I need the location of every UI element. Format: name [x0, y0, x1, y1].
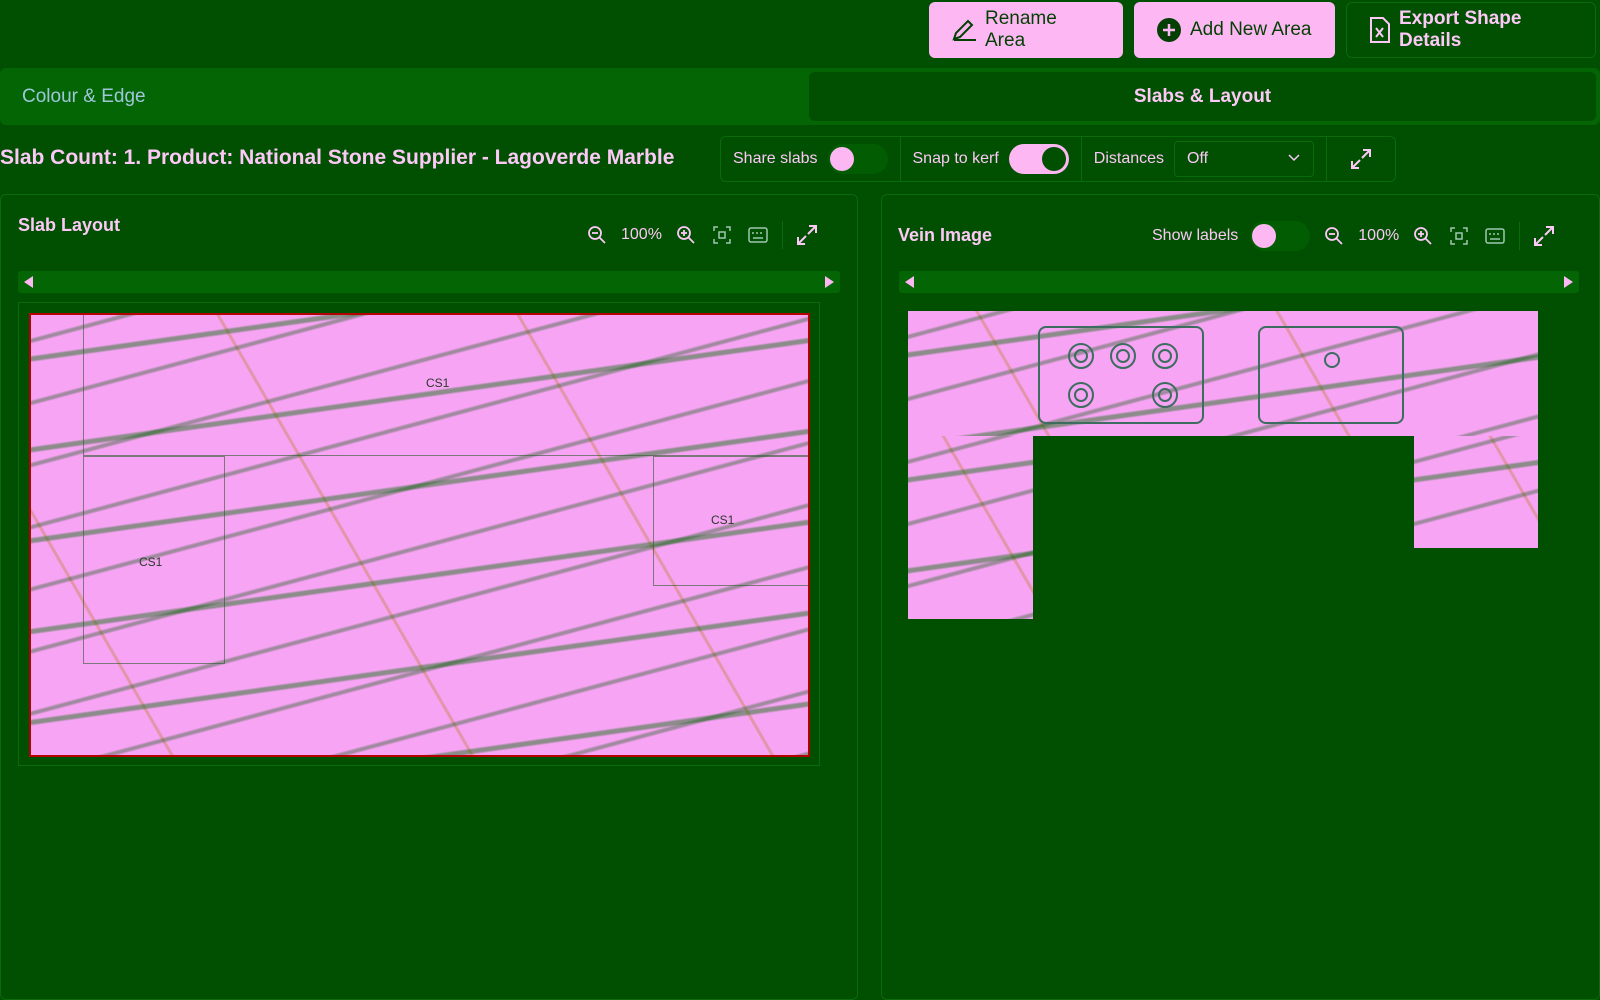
- expand-icon[interactable]: [1532, 224, 1556, 248]
- expand-icon[interactable]: [795, 223, 819, 247]
- scroll-right-icon[interactable]: [825, 276, 834, 288]
- horizontal-scrollbar[interactable]: [899, 271, 1579, 293]
- burner-icon: [1152, 343, 1178, 369]
- excel-file-icon: [1369, 17, 1391, 43]
- plus-circle-icon: [1156, 17, 1182, 43]
- tap-hole-icon: [1324, 352, 1340, 368]
- keyboard-icon[interactable]: [746, 223, 770, 247]
- sink-cutout: [1258, 326, 1404, 424]
- vein-image-tools: Show labels 100%: [1152, 221, 1556, 251]
- expand-icon[interactable]: [1339, 137, 1383, 181]
- distances-value: Off: [1187, 150, 1209, 167]
- expand-setting: [1327, 137, 1395, 181]
- share-slabs-label: Share slabs: [733, 150, 818, 167]
- pencil-icon: [951, 18, 977, 42]
- piece-label: CS1: [426, 376, 450, 390]
- snap-to-kerf-label: Snap to kerf: [912, 150, 999, 167]
- burner-icon: [1068, 382, 1094, 408]
- cooktop-cutout: [1038, 326, 1204, 424]
- zoom-in-icon[interactable]: [1411, 224, 1435, 248]
- cut-piece[interactable]: CS1: [653, 456, 808, 586]
- layout-settings: Share slabs Snap to kerf Distances Off: [720, 136, 1397, 182]
- distances-select[interactable]: Off: [1174, 141, 1315, 177]
- tab-colour-edge[interactable]: Colour & Edge: [4, 72, 809, 121]
- vein-image-title: Vein Image: [898, 225, 993, 245]
- zoom-out-icon[interactable]: [585, 223, 609, 247]
- rename-area-label: Rename Area: [985, 8, 1057, 51]
- slab-layout-title: Slab Layout: [18, 215, 121, 235]
- export-shape-details-label: Export Shape Details: [1399, 8, 1522, 51]
- show-labels-toggle[interactable]: [1250, 221, 1311, 251]
- horizontal-scrollbar[interactable]: [18, 271, 840, 293]
- piece-label: CS1: [139, 555, 163, 569]
- chevron-down-icon: [1287, 150, 1301, 168]
- zoom-level: 100%: [1358, 227, 1400, 244]
- snap-to-kerf-setting: Snap to kerf: [901, 137, 1082, 181]
- vein-piece-right[interactable]: [1414, 436, 1538, 548]
- share-slabs-toggle[interactable]: [827, 144, 888, 174]
- burner-icon: [1068, 343, 1094, 369]
- tab-bar: Colour & Edge Slabs & Layout: [0, 68, 1600, 125]
- vein-piece-top[interactable]: [908, 311, 1538, 436]
- top-actions: Rename Area Add New Area Export Shape De…: [929, 2, 1596, 58]
- zoom-in-icon[interactable]: [674, 223, 698, 247]
- show-labels-label: Show labels: [1152, 227, 1239, 244]
- slab-image[interactable]: CS1 CS1 CS1: [29, 313, 810, 757]
- zoom-out-icon[interactable]: [1322, 224, 1346, 248]
- distances-setting: Distances Off: [1082, 137, 1328, 181]
- toolbar-divider: [1519, 222, 1521, 250]
- share-slabs-setting: Share slabs: [721, 137, 901, 181]
- toolbar-divider: [781, 221, 783, 249]
- vein-piece-left[interactable]: [908, 436, 1033, 619]
- rename-area-button[interactable]: Rename Area: [929, 2, 1123, 58]
- export-shape-details-button[interactable]: Export Shape Details: [1346, 2, 1596, 58]
- cut-piece[interactable]: CS1: [83, 456, 225, 664]
- zoom-level: 100%: [621, 226, 662, 243]
- keyboard-icon[interactable]: [1483, 224, 1507, 248]
- piece-label: CS1: [711, 513, 735, 527]
- snap-to-kerf-toggle[interactable]: [1008, 144, 1069, 174]
- add-new-area-label: Add New Area: [1190, 19, 1312, 40]
- scroll-left-icon[interactable]: [24, 276, 33, 288]
- fit-to-screen-icon[interactable]: [1447, 224, 1471, 248]
- tab-slabs-layout[interactable]: Slabs & Layout: [809, 72, 1596, 121]
- fit-to-screen-icon[interactable]: [710, 223, 734, 247]
- cut-piece[interactable]: CS1: [83, 315, 808, 456]
- scroll-right-icon[interactable]: [1564, 276, 1573, 288]
- add-new-area-button[interactable]: Add New Area: [1134, 2, 1335, 58]
- distances-label: Distances: [1093, 150, 1165, 167]
- burner-icon: [1110, 343, 1136, 369]
- product-title: Slab Count: 1. Product: National Stone S…: [0, 146, 675, 169]
- burner-icon: [1152, 382, 1178, 408]
- slab-layout-tools: 100%: [585, 221, 819, 249]
- scroll-left-icon[interactable]: [905, 276, 914, 288]
